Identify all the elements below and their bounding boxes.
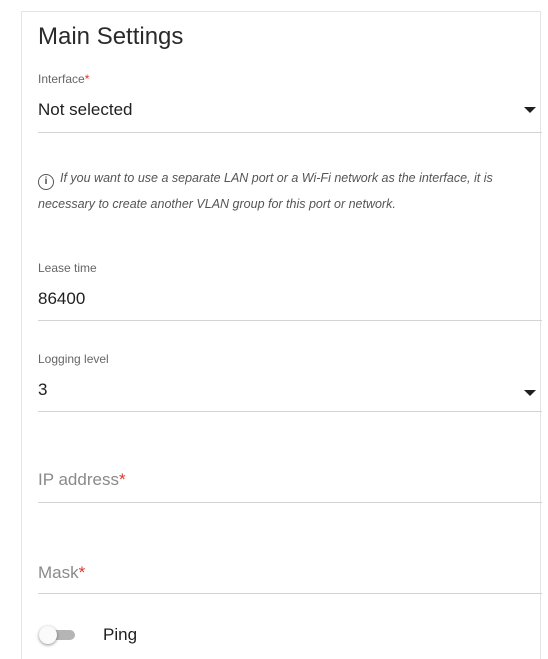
- mask-placeholder: Mask*: [38, 563, 86, 582]
- logging-level-label: Logging level: [38, 352, 109, 366]
- ping-toggle[interactable]: [39, 626, 77, 644]
- ip-address-underline: [38, 502, 542, 503]
- lease-time-field[interactable]: Lease time 86400: [38, 261, 542, 322]
- section-title: Main Settings: [38, 23, 184, 50]
- mask-field[interactable]: Mask*: [38, 563, 542, 595]
- lease-time-value: 86400: [38, 289, 86, 308]
- ip-address-field[interactable]: IP address*: [38, 470, 542, 504]
- chevron-down-icon: [524, 390, 536, 396]
- required-mark: *: [78, 563, 86, 582]
- interface-underline: [38, 132, 542, 133]
- interface-label: Interface*: [38, 72, 90, 86]
- vlan-info-note: i If you want to use a separate LAN port …: [38, 165, 518, 217]
- lease-time-label: Lease time: [38, 261, 97, 275]
- logging-level-select[interactable]: Logging level 3: [38, 352, 542, 413]
- lease-time-underline: [38, 320, 542, 321]
- logging-level-value: 3: [38, 380, 48, 399]
- ping-label: Ping: [103, 625, 138, 644]
- interface-select[interactable]: Interface* Not selected: [38, 72, 542, 133]
- toggle-knob: [39, 626, 57, 644]
- required-mark: *: [118, 470, 126, 489]
- required-mark: *: [84, 72, 90, 86]
- info-icon: i: [38, 174, 54, 190]
- interface-value: Not selected: [38, 100, 133, 119]
- chevron-down-icon: [524, 107, 536, 113]
- info-text: If you want to use a separate LAN port o…: [38, 171, 493, 211]
- logging-level-underline: [38, 411, 542, 412]
- ip-address-placeholder: IP address*: [38, 470, 126, 489]
- mask-underline: [38, 593, 542, 594]
